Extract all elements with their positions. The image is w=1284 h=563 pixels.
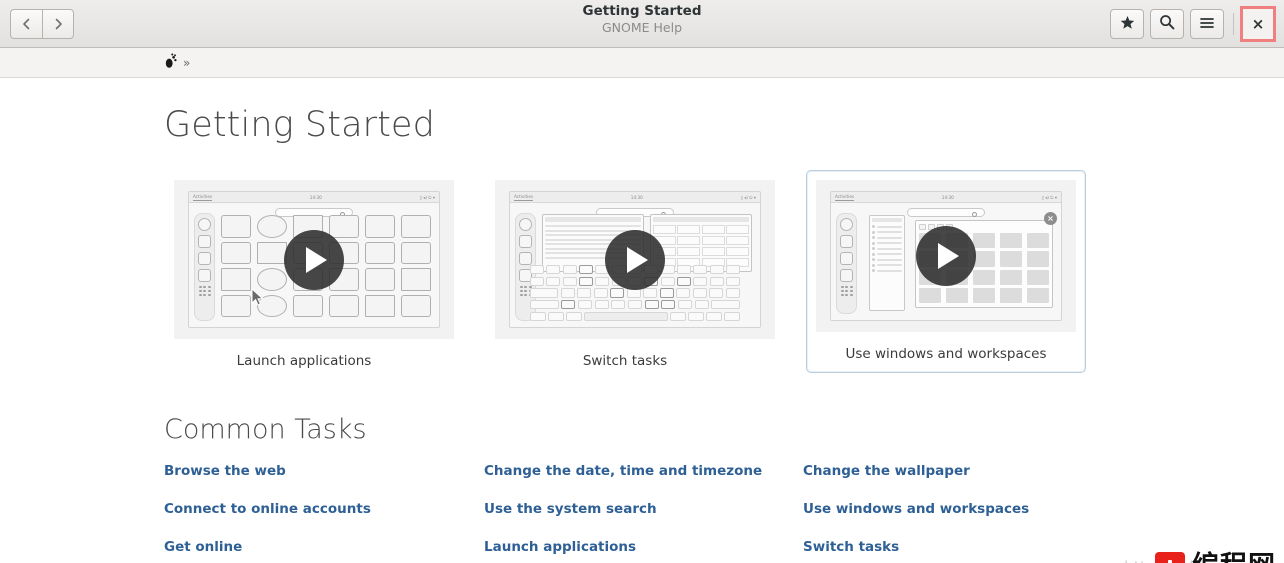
breadcrumb-separator: » bbox=[183, 55, 191, 70]
task-link-switch-tasks[interactable]: Switch tasks bbox=[803, 539, 1123, 555]
mock-clock: 14:30 bbox=[941, 194, 954, 200]
mock-topbar: Activities 14:30 ▯ ◂) ⏻ ▾ bbox=[510, 192, 760, 203]
bookmarks-button[interactable] bbox=[1110, 9, 1144, 39]
gnome-foot-icon[interactable] bbox=[164, 52, 178, 73]
breadcrumb: » bbox=[0, 48, 1284, 78]
mock-clock: 14:30 bbox=[309, 194, 322, 200]
watermark-logo-icon bbox=[1155, 552, 1185, 563]
page-content: Getting Started Activities 14:30 ▯ ◂) ⏻ … bbox=[0, 105, 1284, 563]
task-column-1: Browse the web Connect to online account… bbox=[164, 463, 484, 555]
mock-list-window bbox=[869, 215, 905, 311]
play-button[interactable] bbox=[284, 229, 344, 290]
task-link-use-the-system-search[interactable]: Use the system search bbox=[484, 501, 803, 517]
task-link-connect-to-online-accounts[interactable]: Connect to online accounts bbox=[164, 501, 484, 517]
task-link-change-the-wallpaper[interactable]: Change the wallpaper bbox=[803, 463, 1123, 479]
window-subtitle: GNOME Help bbox=[601, 20, 683, 35]
window-title: Getting Started bbox=[582, 3, 702, 19]
window-title-block: Getting Started GNOME Help bbox=[0, 3, 1284, 36]
video-thumbnail: Activities 14:30 ▯ ◂) ⏻ ▾ bbox=[174, 180, 454, 339]
play-button[interactable] bbox=[605, 229, 665, 290]
mock-window-close-icon: × bbox=[1044, 212, 1057, 225]
menu-button[interactable] bbox=[1190, 9, 1224, 39]
mock-app-grid-icon bbox=[198, 286, 211, 296]
mock-app-grid-icon bbox=[840, 286, 853, 296]
header-divider bbox=[1233, 13, 1234, 35]
navigation-button-group bbox=[10, 8, 74, 39]
video-card-list: Activities 14:30 ▯ ◂) ⏻ ▾ Launch applica… bbox=[164, 170, 1284, 373]
mock-window bbox=[650, 214, 752, 272]
mock-activities-label: Activities bbox=[835, 193, 855, 201]
watermark-brand: 编程网 bbox=[1192, 552, 1276, 563]
task-link-change-the-date-time-and-timezone[interactable]: Change the date, time and timezone bbox=[484, 463, 803, 479]
task-link-get-online[interactable]: Get online bbox=[164, 539, 484, 555]
mock-activities-label: Activities bbox=[514, 193, 534, 201]
mock-dash bbox=[836, 213, 857, 314]
common-tasks-columns: Browse the web Connect to online account… bbox=[164, 463, 1284, 555]
mock-search-field bbox=[907, 208, 985, 217]
back-button[interactable] bbox=[10, 8, 42, 39]
forward-button[interactable] bbox=[42, 8, 74, 39]
mock-dash bbox=[194, 213, 215, 321]
video-thumbnail: Activities 14:30 ▯ ◂) ⏻ ▾ bbox=[816, 180, 1076, 332]
video-thumbnail: Activities 14:30 ▯ ◂) ⏻ ▾ bbox=[495, 180, 775, 339]
mock-topbar: Activities 14:30 ▯ ◂) ⏻ ▾ bbox=[831, 192, 1061, 203]
task-link-browse-the-web[interactable]: Browse the web bbox=[164, 463, 484, 479]
close-button[interactable]: × bbox=[1240, 6, 1276, 42]
video-card-switch-tasks[interactable]: Activities 14:30 ▯ ◂) ⏻ ▾ Switch tasks bbox=[485, 170, 775, 373]
mouse-cursor-icon bbox=[251, 287, 264, 307]
mock-status-icons: ▯ ◂) ⏻ ▾ bbox=[1041, 194, 1057, 200]
close-icon: × bbox=[1251, 14, 1265, 33]
hamburger-icon bbox=[1199, 15, 1215, 34]
window-titlebar: Getting Started GNOME Help × bbox=[0, 0, 1284, 48]
search-icon bbox=[1159, 14, 1175, 34]
mock-activities-label: Activities bbox=[193, 193, 213, 201]
header-actions: × bbox=[1104, 0, 1276, 48]
page-title: Getting Started bbox=[164, 105, 435, 145]
common-tasks-title: Common Tasks bbox=[164, 414, 367, 445]
video-card-launch-applications[interactable]: Activities 14:30 ▯ ◂) ⏻ ▾ Launch applica… bbox=[164, 170, 454, 373]
watermark: https://blo 编程网 bbox=[1124, 544, 1284, 563]
video-caption: Switch tasks bbox=[582, 353, 668, 369]
video-card-use-windows-and-workspaces[interactable]: Activities 14:30 ▯ ◂) ⏻ ▾ × Use windows … bbox=[806, 170, 1086, 373]
task-link-use-windows-and-workspaces[interactable]: Use windows and workspaces bbox=[803, 501, 1123, 517]
search-button[interactable] bbox=[1150, 9, 1184, 39]
video-caption: Launch applications bbox=[236, 353, 372, 369]
task-column-3: Change the wallpaper Use windows and wor… bbox=[803, 463, 1123, 555]
task-link-launch-applications[interactable]: Launch applications bbox=[484, 539, 803, 555]
video-caption: Use windows and workspaces bbox=[845, 346, 1047, 362]
mock-status-icons: ▯ ◂) ⏻ ▾ bbox=[740, 194, 756, 200]
task-column-2: Change the date, time and timezone Use t… bbox=[484, 463, 803, 555]
mock-status-icons: ▯ ◂) ⏻ ▾ bbox=[419, 194, 435, 200]
mock-clock: 14:30 bbox=[630, 194, 643, 200]
play-button[interactable] bbox=[916, 226, 976, 286]
star-icon bbox=[1120, 15, 1135, 34]
mock-topbar: Activities 14:30 ▯ ◂) ⏻ ▾ bbox=[189, 192, 439, 203]
